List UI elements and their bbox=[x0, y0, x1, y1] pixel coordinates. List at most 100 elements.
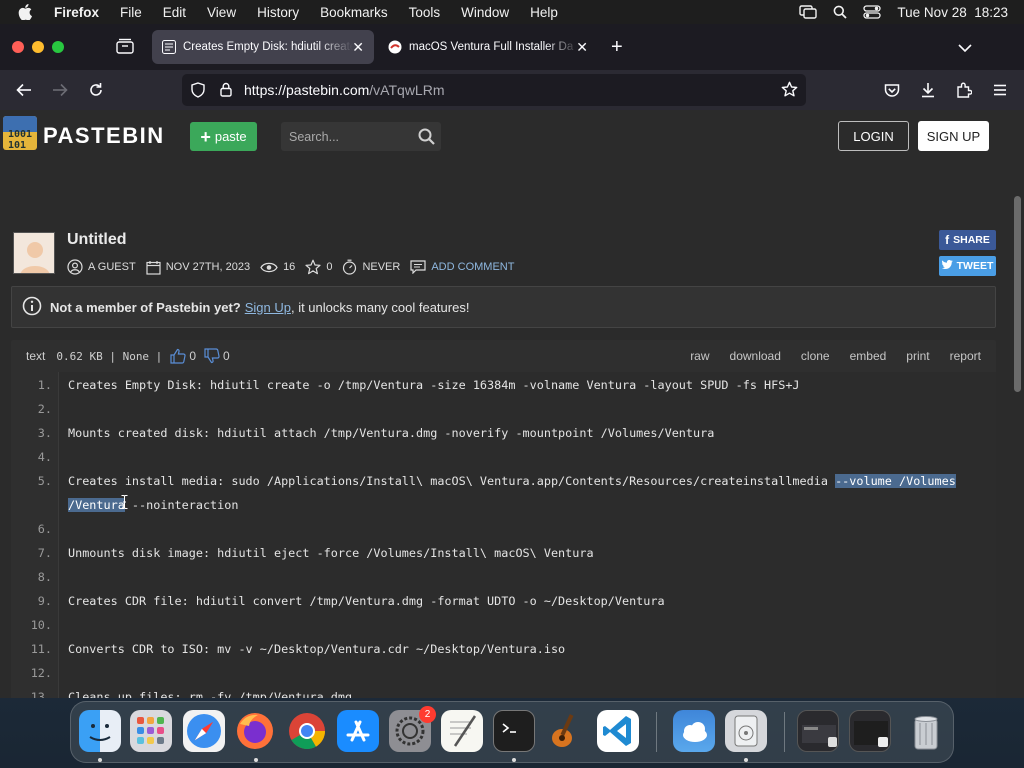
search-input[interactable] bbox=[281, 122, 411, 151]
signup-button[interactable]: SIGN UP bbox=[918, 121, 989, 151]
menu-file[interactable]: File bbox=[120, 5, 142, 20]
twitter-tweet-button[interactable]: TWEET bbox=[939, 256, 996, 276]
vscode-icon[interactable] bbox=[597, 710, 639, 752]
site-favicon-icon bbox=[388, 40, 402, 54]
like-button[interactable]: 0 bbox=[170, 348, 196, 364]
code-line[interactable]: 9. Creates CDR file: hdiutil convert /tmp… bbox=[11, 588, 996, 612]
menu-window[interactable]: Window bbox=[461, 5, 509, 20]
disk-utility-icon[interactable] bbox=[725, 710, 767, 752]
report-link[interactable]: report bbox=[950, 349, 981, 363]
notice-bold-text: Not a member of Pastebin yet? bbox=[50, 299, 241, 315]
pastebin-logo-icon[interactable]: 1001 101 bbox=[3, 116, 37, 150]
bookmark-star-icon[interactable] bbox=[781, 81, 798, 103]
back-icon[interactable] bbox=[14, 80, 34, 100]
minimize-window-button[interactable] bbox=[32, 41, 44, 53]
firefox-icon[interactable] bbox=[234, 710, 276, 752]
screen-mirroring-icon[interactable] bbox=[799, 5, 818, 19]
code-line[interactable]: 1. Creates Empty Disk: hdiutil create -o … bbox=[11, 372, 996, 396]
control-center-icon[interactable] bbox=[863, 5, 882, 19]
menu-app-name[interactable]: Firefox bbox=[54, 5, 99, 20]
syntax-label[interactable]: text bbox=[26, 349, 45, 363]
code-line[interactable]: 2. bbox=[11, 396, 996, 420]
avatar[interactable] bbox=[13, 232, 55, 274]
recent-window-1[interactable] bbox=[797, 710, 839, 752]
scrollbar-thumb[interactable] bbox=[1014, 196, 1021, 392]
reload-icon[interactable] bbox=[86, 80, 106, 100]
code-body[interactable]: 1. Creates Empty Disk: hdiutil create -o … bbox=[11, 372, 996, 698]
chrome-icon[interactable] bbox=[286, 710, 328, 752]
extensions-icon[interactable] bbox=[954, 80, 974, 100]
code-line[interactable]: 6. bbox=[11, 516, 996, 540]
code-line[interactable]: 7. Unmounts disk image: hdiutil eject -fo… bbox=[11, 540, 996, 564]
menu-clock[interactable]: Tue Nov 28 18:23 bbox=[897, 5, 1008, 20]
login-button[interactable]: LOGIN bbox=[838, 121, 909, 151]
site-logo-text[interactable]: PASTEBIN bbox=[43, 123, 165, 149]
close-window-button[interactable] bbox=[12, 41, 24, 53]
add-comment-link[interactable]: ADD COMMENT bbox=[410, 260, 514, 274]
embed-link[interactable]: embed bbox=[850, 349, 887, 363]
code-line[interactable]: 11. Converts CDR to ISO: mv -v ~/Desktop/… bbox=[11, 636, 996, 660]
download-link[interactable]: download bbox=[730, 349, 781, 363]
terminal-icon[interactable] bbox=[493, 710, 535, 752]
menu-history[interactable]: History bbox=[257, 5, 299, 20]
menu-help[interactable]: Help bbox=[530, 5, 558, 20]
dislike-button[interactable]: 0 bbox=[204, 348, 230, 364]
code-line[interactable]: 12. bbox=[11, 660, 996, 684]
code-line[interactable]: 8. bbox=[11, 564, 996, 588]
raw-link[interactable]: raw bbox=[690, 349, 709, 363]
notice-signup-link[interactable]: Sign Up bbox=[245, 300, 291, 315]
menu-tools[interactable]: Tools bbox=[409, 5, 441, 20]
code-line[interactable]: 4. bbox=[11, 444, 996, 468]
list-all-tabs-icon[interactable] bbox=[958, 40, 972, 58]
garageband-icon[interactable] bbox=[545, 710, 587, 752]
new-tab-button[interactable]: + bbox=[611, 37, 623, 57]
trash-icon[interactable] bbox=[905, 710, 947, 752]
new-paste-button[interactable]: + paste bbox=[190, 122, 257, 151]
code-line[interactable]: 5. Creates install media: sudo /Applicat… bbox=[11, 468, 996, 516]
paste-views: 16 bbox=[260, 261, 295, 274]
menu-view[interactable]: View bbox=[207, 5, 236, 20]
clone-link[interactable]: clone bbox=[801, 349, 830, 363]
code-line[interactable]: 3. Mounts created disk: hdiutil attach /t… bbox=[11, 420, 996, 444]
tracking-protection-shield-icon[interactable] bbox=[191, 82, 205, 103]
paste-stars[interactable]: 0 bbox=[305, 259, 332, 275]
close-tab-icon[interactable]: ✕ bbox=[352, 39, 364, 56]
print-link[interactable]: print bbox=[906, 349, 929, 363]
url-text[interactable]: https://pastebin.com/vATqwLRm bbox=[244, 82, 445, 98]
forward-icon[interactable] bbox=[50, 80, 70, 100]
downloads-icon[interactable] bbox=[918, 80, 938, 100]
menu-bar: Firefox File Edit View History Bookmarks… bbox=[0, 0, 1024, 24]
code-line[interactable]: 13. Cleans up files: rm -fv /tmp/Ventura.… bbox=[11, 684, 996, 698]
close-tab-icon[interactable]: ✕ bbox=[576, 39, 588, 56]
firefox-view-icon[interactable] bbox=[116, 38, 136, 56]
tab-macos-ventura[interactable]: macOS Ventura Full Installer Da ✕ bbox=[378, 30, 598, 64]
thumbs-up-icon bbox=[170, 348, 186, 364]
spotlight-search-icon[interactable] bbox=[833, 5, 848, 19]
running-indicator bbox=[744, 758, 748, 762]
app-store-icon[interactable] bbox=[337, 710, 379, 752]
launchpad-icon[interactable] bbox=[130, 710, 172, 752]
paste-author[interactable]: A GUEST bbox=[67, 259, 136, 275]
hamburger-menu-icon[interactable] bbox=[990, 80, 1010, 100]
lock-icon[interactable] bbox=[220, 82, 232, 102]
pocket-icon[interactable] bbox=[882, 80, 902, 100]
search-icon[interactable] bbox=[418, 128, 435, 150]
navigation-bar: https://pastebin.com/vATqwLRm bbox=[0, 70, 1024, 110]
facebook-share-button[interactable]: f SHARE bbox=[939, 230, 996, 250]
zoom-window-button[interactable] bbox=[52, 41, 64, 53]
textedit-icon[interactable] bbox=[441, 710, 483, 752]
paste-expiry: NEVER bbox=[342, 259, 400, 275]
apple-icon[interactable] bbox=[18, 4, 40, 20]
weather-icon[interactable] bbox=[673, 710, 715, 752]
page-scrollbar[interactable] bbox=[1011, 110, 1024, 698]
menu-bookmarks[interactable]: Bookmarks bbox=[320, 5, 388, 20]
comment-icon bbox=[410, 260, 426, 274]
safari-icon[interactable] bbox=[183, 710, 225, 752]
dock-separator bbox=[656, 712, 657, 752]
code-line[interactable]: 10. bbox=[11, 612, 996, 636]
tab-pastebin[interactable]: Creates Empty Disk: hdiutil create ✕ bbox=[152, 30, 374, 64]
menu-edit[interactable]: Edit bbox=[163, 5, 186, 20]
recent-window-2[interactable] bbox=[849, 710, 891, 752]
url-bar[interactable]: https://pastebin.com/vATqwLRm bbox=[182, 74, 806, 106]
finder-icon[interactable] bbox=[79, 710, 121, 752]
